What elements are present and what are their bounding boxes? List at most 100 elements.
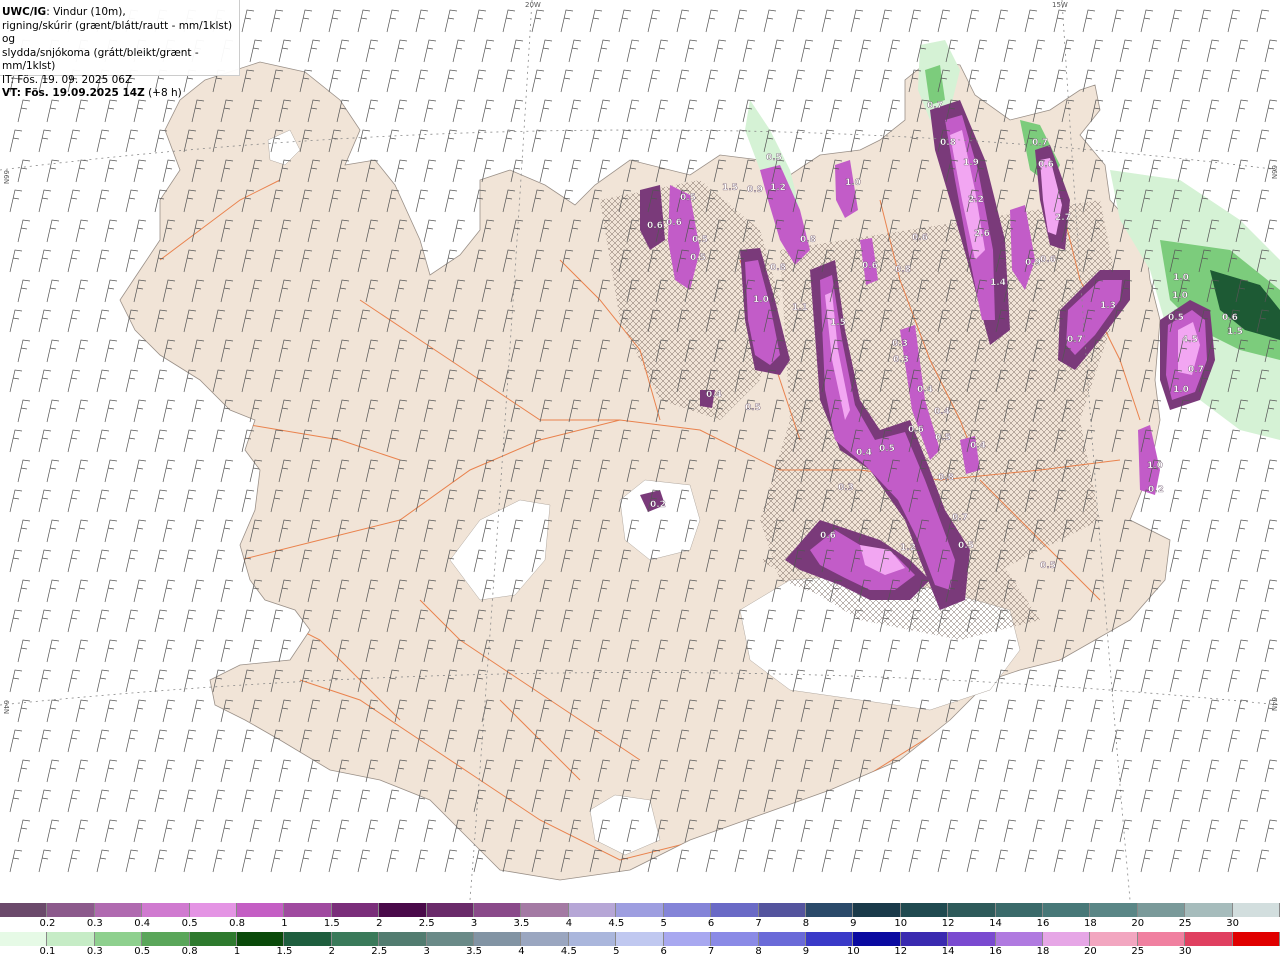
precip-value-label: 0.5 xyxy=(745,403,761,413)
colorbar-swatch xyxy=(711,932,759,946)
colorbar-tick-label: 3 xyxy=(423,946,430,957)
precip-value-label: 0.5 xyxy=(690,253,706,263)
colorbar-swatch xyxy=(474,903,522,917)
precip-value-label: 0.4 xyxy=(970,441,986,451)
precip-value-label: 1.1 xyxy=(792,303,808,313)
precip-value-label: 0.3 xyxy=(892,339,908,349)
colorbar-tick-label: 7 xyxy=(707,946,715,957)
colorbar-swatch xyxy=(616,903,664,917)
lat-label-left-64n: 64N xyxy=(2,700,10,714)
colorbar-tick-label: 5 xyxy=(660,918,667,929)
colorbar-tick-label: 10 xyxy=(846,946,860,957)
precip-value-label: 1.0 xyxy=(1173,385,1189,395)
colorbar-swatch xyxy=(1185,903,1233,917)
snow-colorbar xyxy=(0,903,1280,917)
precip-value-label: 0.7 xyxy=(1032,138,1048,148)
colorbar-swatch xyxy=(1042,932,1091,946)
precip-value-label: 1.0 xyxy=(845,178,861,188)
colorbar-tick-label: 6 xyxy=(707,918,715,929)
precip-value-label: 0.5 xyxy=(1168,313,1184,323)
precip-value-label: 0.5 xyxy=(958,541,974,551)
colorbar-swatch xyxy=(474,932,522,946)
precip-value-label: 0.6 xyxy=(647,221,663,231)
precip-value-label: 0.8 xyxy=(770,263,786,273)
colorbar-tick-label: 1 xyxy=(233,946,241,957)
precip-value-label: 1.2 xyxy=(770,183,786,193)
colorbar-tick-label: 1.5 xyxy=(323,918,340,929)
colorbar-tick-label: 3.5 xyxy=(513,918,530,929)
colorbar-swatch xyxy=(426,903,475,917)
colorbar-tick-label: 8 xyxy=(755,946,762,957)
precip-value-label: 0.6 xyxy=(1040,255,1056,265)
precip-value-label: 1.2 xyxy=(900,543,916,553)
colorbar-tick-label: 16 xyxy=(1036,918,1050,929)
colorbar-swatch xyxy=(237,932,285,946)
colorbar-swatch xyxy=(0,932,48,946)
colorbar-swatch xyxy=(521,903,569,917)
forecast-map-view: 0.7 0.8 1.5 0.9 0.5 1.2 1.0 0.5 0.6 0.5 0.6 0.8 1.9 2… xyxy=(0,0,1280,960)
precip-value-label: 0.6 xyxy=(820,531,836,541)
colorbar-tick-label: 2 xyxy=(328,946,336,957)
colorbar-swatch xyxy=(900,932,949,946)
precip-value-label: 0.4 xyxy=(934,407,950,417)
precip-value-label: 1.3 xyxy=(1100,301,1116,311)
colorbar-swatch xyxy=(94,932,143,946)
colorbar-tick-label: 12 xyxy=(941,918,955,929)
colorbar-tick-label: 7 xyxy=(755,918,762,929)
colorbar-swatch xyxy=(1232,903,1280,917)
precip-value-label: 1.4 xyxy=(990,278,1006,288)
colorbar-tick-label: 5 xyxy=(613,946,620,957)
colorbar-tick-label: 2.5 xyxy=(371,946,388,957)
colorbar-tick-label: 14 xyxy=(941,946,955,957)
colorbar-swatch xyxy=(47,903,95,917)
colorbar-swatch xyxy=(379,932,427,946)
colorbar-swatch xyxy=(1090,932,1138,946)
valid-time: VT: Fös. 19.09.2025 14Z xyxy=(2,87,145,99)
colorbar-tick-label: 4 xyxy=(565,918,573,929)
precip-value-label: 4.5 xyxy=(1182,335,1198,345)
lon-label-20w: 20W xyxy=(525,1,541,9)
init-time: IT: Fös. 19. 09. 2025 06Z xyxy=(2,73,133,86)
colorbar-tick-label: 8 xyxy=(802,918,810,929)
colorbar-swatch xyxy=(426,932,475,946)
precip-value-label: 1.9 xyxy=(963,158,979,168)
colorbar-tick-label: 0.2 xyxy=(39,918,56,929)
colorbar-swatch xyxy=(284,932,332,946)
precip-value-label: 0.5 xyxy=(1040,561,1056,571)
precip-value-label: 2.2 xyxy=(968,195,984,205)
colorbar-swatch xyxy=(758,903,806,917)
colorbar-swatch xyxy=(189,932,238,946)
colorbar-tick-label: 9 xyxy=(802,946,810,957)
colorbar-tick-label: 30 xyxy=(1178,946,1192,957)
lon-label-15w: 15W xyxy=(1052,1,1068,9)
colorbar-tick-label: 0.3 xyxy=(86,918,103,929)
precip-value-label: 0.6 xyxy=(908,425,924,435)
lat-label-right-66n: 66N xyxy=(1270,165,1278,179)
colorbar-tick-label: 0.8 xyxy=(229,918,245,929)
colorbar-swatch xyxy=(948,932,996,946)
colorbar-tick-label: 6 xyxy=(660,946,667,957)
colorbar-swatch xyxy=(1042,903,1091,917)
colorbar-swatch xyxy=(805,932,854,946)
precip-value-label: 2.6 xyxy=(974,229,990,239)
precip-value-label: 0.8 xyxy=(895,265,911,275)
colorbar-swatch xyxy=(568,903,617,917)
colorbar-tick-label: 14 xyxy=(989,918,1002,929)
colorbar-swatch xyxy=(237,903,285,917)
precip-value-label: 0.3 xyxy=(838,483,854,493)
precip-value-label: 0.5 xyxy=(692,235,708,245)
title-line1: : Vindur (10m), xyxy=(46,6,126,18)
colorbar-swatch xyxy=(284,903,332,917)
colorbar-swatch xyxy=(900,903,949,917)
precip-value-label: 0.4 xyxy=(917,385,933,395)
colorbar-tick-label: 0.3 xyxy=(86,946,103,957)
precip-value-label: 0.5 xyxy=(935,433,951,443)
colorbar-tick-label: 18 xyxy=(1083,918,1097,929)
colorbar-swatch xyxy=(805,903,854,917)
colorbar-swatch xyxy=(616,932,664,946)
precip-value-label: 0.5 xyxy=(879,444,895,454)
colorbar-tick-label: 4.5 xyxy=(608,918,625,929)
colorbar-tick-label: 20 xyxy=(1131,918,1145,929)
colorbar-tick-label: 0.1 xyxy=(39,946,56,957)
precip-value-label: 0.7 xyxy=(952,513,968,523)
